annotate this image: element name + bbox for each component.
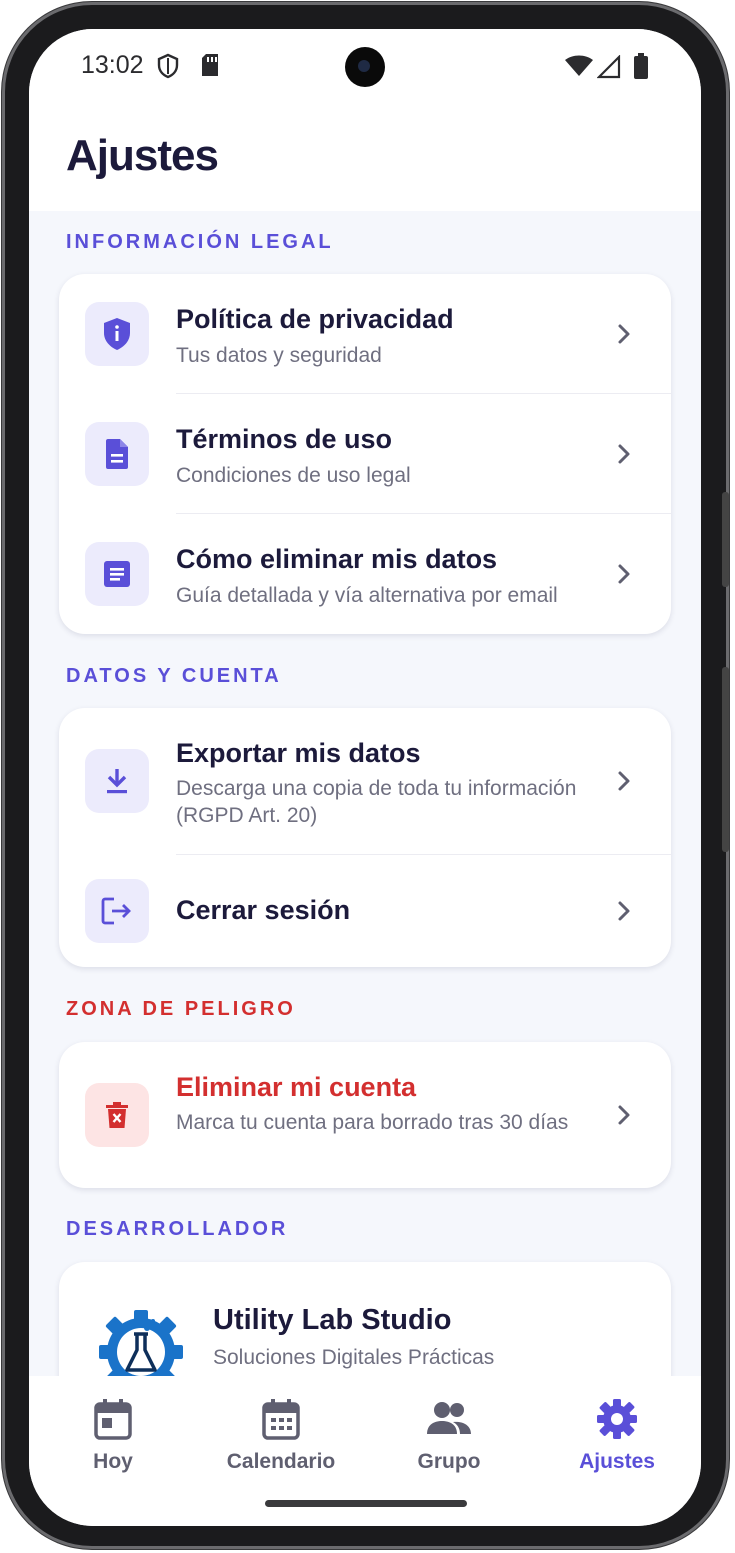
export-icon-box bbox=[85, 749, 149, 813]
settings-row-delete-account[interactable]: Eliminar mi cuenta Marca tu cuenta para … bbox=[59, 1042, 671, 1188]
row-title: Cómo eliminar mis datos bbox=[176, 544, 498, 574]
row-subtitle: Guía detallada y vía alternativa por ema… bbox=[176, 584, 558, 607]
row-subtitle: Tus datos y seguridad bbox=[176, 344, 382, 367]
privacy-icon-box bbox=[85, 302, 149, 366]
home-indicator[interactable] bbox=[265, 1500, 467, 1507]
wifi-icon bbox=[565, 55, 593, 76]
document-icon bbox=[106, 439, 128, 469]
gear-icon bbox=[597, 1399, 637, 1439]
status-time: 13:02 bbox=[81, 51, 144, 79]
guide-icon-box bbox=[85, 542, 149, 606]
chevron-right-icon bbox=[618, 564, 630, 584]
delete-account-icon-box bbox=[85, 1083, 149, 1147]
nav-label: Calendario bbox=[226, 1450, 336, 1473]
terms-icon-box bbox=[85, 422, 149, 486]
section-label-account: DATOS Y CUENTA bbox=[66, 665, 282, 687]
trash-icon bbox=[106, 1102, 128, 1128]
row-subtitle: Descarga una copia de toda tu informació… bbox=[176, 777, 577, 827]
row-title: Eliminar mi cuenta bbox=[176, 1072, 417, 1102]
row-title: Política de privacidad bbox=[176, 304, 454, 334]
nav-item-group[interactable]: Grupo bbox=[365, 1398, 533, 1474]
danger-card: Eliminar mi cuenta Marca tu cuenta para … bbox=[59, 1042, 671, 1188]
signal-icon bbox=[597, 55, 621, 79]
shield-icon bbox=[104, 318, 130, 350]
app-header: Ajustes bbox=[29, 109, 701, 211]
article-icon bbox=[104, 561, 130, 587]
today-icon bbox=[94, 1399, 132, 1440]
account-card: Exportar mis datos Descarga una copia de… bbox=[59, 708, 671, 967]
nav-item-settings[interactable]: Ajustes bbox=[533, 1398, 701, 1474]
row-subtitle: Marca tu cuenta para borrado tras 30 día… bbox=[176, 1111, 569, 1134]
power-button bbox=[722, 667, 729, 852]
chevron-right-icon bbox=[618, 1105, 630, 1125]
developer-name: Utility Lab Studio bbox=[213, 1304, 452, 1336]
chevron-right-icon bbox=[618, 771, 630, 791]
volume-button bbox=[722, 492, 729, 587]
calendar-icon bbox=[262, 1399, 300, 1440]
screen: 13:02 Ajustes INFORMACIÓN LEGAL Política… bbox=[29, 29, 701, 1526]
page-title: Ajustes bbox=[66, 131, 219, 180]
nav-label: Grupo bbox=[417, 1450, 481, 1473]
battery-icon bbox=[634, 53, 648, 79]
section-label-danger: ZONA DE PELIGRO bbox=[66, 998, 296, 1020]
row-title: Términos de uso bbox=[176, 424, 393, 454]
developer-tagline: Soluciones Digitales Prácticas bbox=[213, 1346, 495, 1369]
nav-label: Ajustes bbox=[579, 1450, 655, 1473]
logout-icon bbox=[101, 897, 131, 925]
section-label-developer: DESARROLLADOR bbox=[66, 1218, 289, 1240]
sd-card-icon bbox=[202, 54, 218, 76]
row-title: Cerrar sesión bbox=[176, 895, 351, 925]
logout-icon-box bbox=[85, 879, 149, 943]
settings-row-export-data[interactable]: Exportar mis datos Descarga una copia de… bbox=[59, 708, 671, 854]
chevron-right-icon bbox=[618, 444, 630, 464]
front-camera bbox=[345, 47, 385, 87]
nav-label: Hoy bbox=[93, 1450, 133, 1473]
status-bar: 13:02 bbox=[29, 29, 701, 109]
section-label-legal: INFORMACIÓN LEGAL bbox=[66, 231, 334, 253]
settings-row-terms[interactable]: Términos de uso Condiciones de uso legal bbox=[59, 394, 671, 514]
download-icon bbox=[107, 769, 127, 794]
group-icon bbox=[427, 1402, 471, 1434]
chevron-right-icon bbox=[618, 324, 630, 344]
settings-row-delete-data-guide[interactable]: Cómo eliminar mis datos Guía detallada y… bbox=[59, 514, 671, 634]
settings-row-privacy[interactable]: Política de privacidad Tus datos y segur… bbox=[59, 274, 671, 394]
settings-row-logout[interactable]: Cerrar sesión bbox=[59, 855, 671, 967]
row-title: Exportar mis datos bbox=[176, 738, 421, 768]
nav-item-today[interactable]: Hoy bbox=[29, 1398, 197, 1474]
chevron-right-icon bbox=[618, 901, 630, 921]
nav-item-calendar[interactable]: Calendario bbox=[197, 1398, 365, 1474]
row-subtitle: Condiciones de uso legal bbox=[176, 464, 411, 487]
shield-status-icon bbox=[157, 53, 179, 79]
legal-card: Política de privacidad Tus datos y segur… bbox=[59, 274, 671, 634]
